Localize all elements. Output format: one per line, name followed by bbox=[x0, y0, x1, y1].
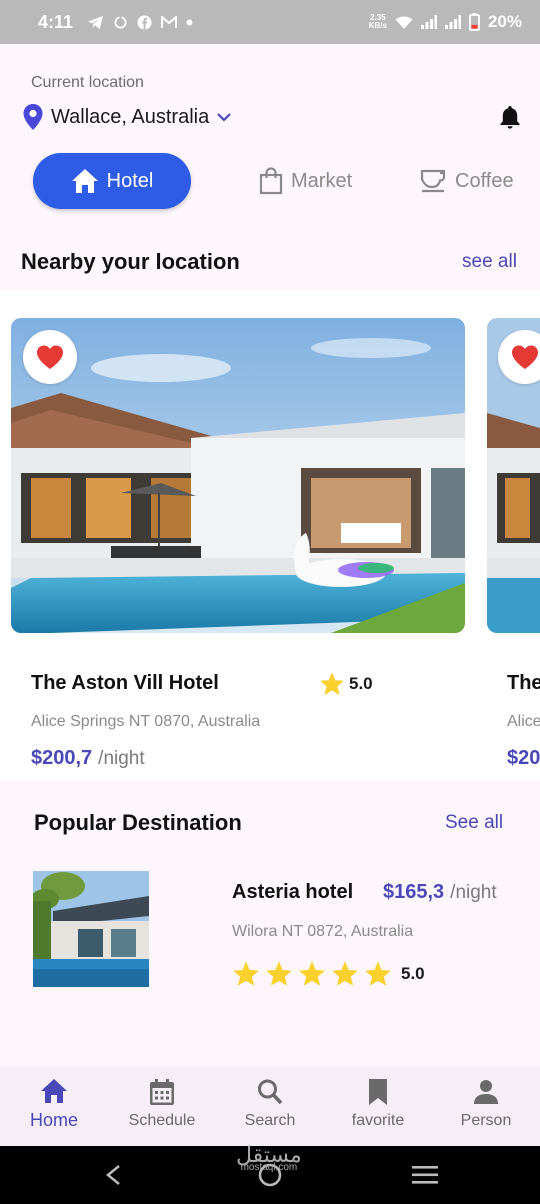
popular-title: Popular Destination bbox=[34, 810, 242, 835]
facebook-icon bbox=[137, 14, 152, 30]
category-tabs: Hotel Market Coffee bbox=[33, 153, 514, 209]
signal-icon bbox=[420, 15, 437, 29]
star-icon bbox=[233, 961, 259, 986]
wifi-icon bbox=[395, 16, 413, 29]
star-icon bbox=[266, 961, 292, 986]
signal-icon-2 bbox=[444, 15, 461, 29]
nav-schedule[interactable]: Schedule bbox=[108, 1066, 216, 1146]
tab-hotel[interactable]: Hotel bbox=[33, 153, 191, 209]
tab-market[interactable]: Market bbox=[259, 153, 352, 209]
hotel-price-2: $20 bbox=[507, 747, 540, 770]
destination-price-value: $165,3 bbox=[383, 881, 445, 903]
sync-icon bbox=[114, 14, 127, 29]
destination-price: $165,3 /night bbox=[383, 881, 497, 904]
hotel-card-image[interactable] bbox=[11, 318, 465, 633]
heart-icon bbox=[37, 345, 63, 369]
hotel-address: Alice Springs NT 0870, Australia bbox=[31, 713, 261, 730]
dot-icon bbox=[186, 19, 193, 25]
home-icon bbox=[41, 1079, 67, 1103]
watermark-arabic: مستقل bbox=[236, 1143, 302, 1168]
resort-pool-illustration bbox=[33, 871, 149, 987]
tab-market-label: Market bbox=[291, 169, 353, 192]
status-bar: 4:11 2.35 KB/s 20% bbox=[0, 0, 540, 44]
hotel-name[interactable]: The Aston Vill Hotel bbox=[31, 672, 219, 695]
back-icon[interactable] bbox=[104, 1164, 122, 1186]
bottom-navigation: Home Schedule Search favorite Person bbox=[0, 1066, 540, 1146]
star-icon bbox=[365, 961, 391, 986]
nav-search-label: Search bbox=[244, 1112, 296, 1129]
favorite-button[interactable] bbox=[23, 330, 77, 384]
hotel-price: $200,7 /night bbox=[31, 747, 145, 770]
mostaql-watermark: مستقل mostaql.com bbox=[236, 1143, 302, 1174]
recent-apps-icon[interactable] bbox=[412, 1166, 438, 1184]
destination-rating-value: 5.0 bbox=[401, 963, 425, 983]
location-value: Wallace, Australia bbox=[51, 105, 210, 128]
nav-search[interactable]: Search bbox=[216, 1066, 324, 1146]
nav-person-label: Person bbox=[460, 1112, 512, 1129]
battery-icon bbox=[469, 13, 480, 31]
hotel-rating: 5.0 bbox=[319, 671, 373, 696]
destination-rating: 5.0 bbox=[232, 960, 425, 987]
nav-home[interactable]: Home bbox=[0, 1066, 108, 1146]
network-speed: 2.35 KB/s bbox=[368, 13, 387, 30]
person-icon bbox=[474, 1080, 498, 1104]
hotel-name-2[interactable]: The bbox=[507, 672, 540, 695]
hotel-card-image-2[interactable] bbox=[487, 318, 540, 633]
popular-see-all-link[interactable]: See all bbox=[445, 812, 503, 834]
star-icon bbox=[299, 961, 325, 986]
star-icon bbox=[332, 961, 358, 986]
search-icon bbox=[258, 1079, 283, 1105]
tab-coffee-label: Coffee bbox=[455, 169, 514, 192]
battery-level: 20% bbox=[487, 12, 522, 31]
hotel-price-value-2: $20 bbox=[507, 747, 540, 769]
destination-thumbnail[interactable] bbox=[33, 871, 149, 987]
nav-favorite[interactable]: favorite bbox=[324, 1066, 432, 1146]
tab-coffee[interactable]: Coffee bbox=[419, 153, 514, 209]
status-time: 4:11 bbox=[38, 11, 74, 32]
villa-pool-illustration bbox=[11, 318, 465, 633]
calendar-icon bbox=[150, 1079, 174, 1105]
hotel-address-2: Alice bbox=[507, 713, 540, 730]
location-selector[interactable]: Wallace, Australia bbox=[22, 103, 232, 131]
chevron-down-icon bbox=[217, 113, 231, 122]
home-icon bbox=[71, 169, 98, 193]
nav-favorite-label: favorite bbox=[351, 1112, 405, 1129]
nearby-see-all-link[interactable]: see all bbox=[462, 251, 517, 273]
nav-home-label: Home bbox=[29, 1110, 78, 1130]
destination-address: Wilora NT 0872, Australia bbox=[232, 923, 414, 940]
heart-icon bbox=[512, 345, 538, 369]
watermark-latin: mostaql.com bbox=[240, 1162, 298, 1173]
nearby-title: Nearby your location bbox=[21, 249, 240, 274]
nav-person[interactable]: Person bbox=[432, 1066, 540, 1146]
hotel-price-unit: /night bbox=[98, 748, 145, 769]
shopping-bag-icon bbox=[259, 167, 283, 195]
star-icon bbox=[320, 672, 344, 695]
hotel-price-value: $200,7 bbox=[31, 747, 93, 769]
tab-hotel-label: Hotel bbox=[106, 169, 154, 192]
location-pin-icon bbox=[23, 104, 43, 130]
nav-schedule-label: Schedule bbox=[128, 1112, 196, 1129]
telegram-icon bbox=[88, 15, 104, 29]
notification-icons bbox=[87, 14, 193, 30]
destination-price-unit: /night bbox=[450, 882, 497, 903]
hotel-rating-value: 5.0 bbox=[349, 673, 373, 693]
destination-name[interactable]: Asteria hotel bbox=[232, 881, 353, 904]
mail-icon bbox=[161, 15, 178, 28]
coffee-cup-icon bbox=[420, 169, 446, 193]
current-location-label: Current location bbox=[31, 74, 144, 91]
system-status: 2.35 KB/s 20% bbox=[369, 12, 522, 32]
bookmark-icon bbox=[369, 1079, 387, 1105]
bell-icon[interactable] bbox=[497, 104, 523, 130]
